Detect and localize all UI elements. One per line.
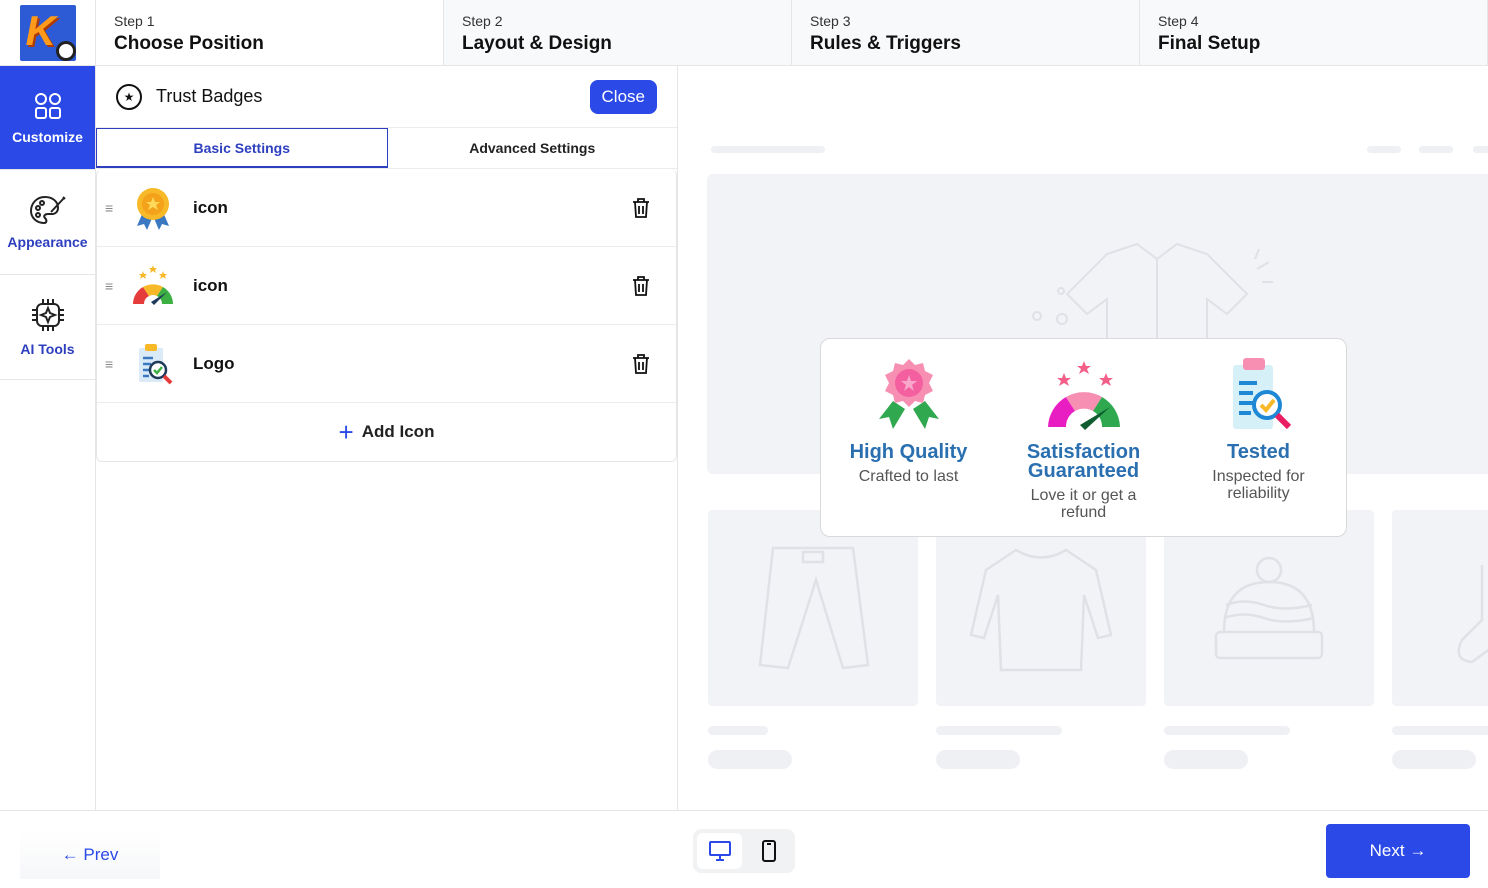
add-icon-label: Add Icon: [361, 422, 435, 441]
trash-icon[interactable]: [630, 197, 652, 219]
placeholder-bar: [708, 726, 768, 735]
sidebar-item-appearance[interactable]: Appearance: [0, 170, 95, 275]
badge-title: High Quality: [849, 441, 968, 463]
medal-icon: [129, 184, 177, 232]
add-icon-button[interactable]: + Add Icon: [97, 403, 676, 461]
chip-icon: [31, 299, 64, 331]
panel-header: ★ Trust Badges Close: [96, 66, 677, 128]
badge-high-quality: High Quality Crafted to last: [821, 351, 996, 536]
icon-list: ≡ icon ≡ icon ≡ Logo + Add Icon: [96, 169, 677, 462]
step-title: Layout & Design: [462, 33, 612, 54]
gauge-icon: [1044, 351, 1124, 439]
desktop-icon: [708, 841, 731, 861]
sweater-outline-icon: [969, 548, 1113, 672]
trash-icon[interactable]: [630, 353, 652, 375]
shirt-outline-icon: [1032, 242, 1273, 344]
clipboard-search-icon: [129, 340, 177, 388]
product-card: [708, 510, 918, 706]
placeholder-bar: [1367, 146, 1401, 153]
mobile-view-button[interactable]: [746, 833, 791, 869]
sidebar-item-customize[interactable]: Customize: [0, 66, 95, 170]
placeholder-bar: [708, 750, 792, 769]
list-item[interactable]: ≡ icon: [97, 247, 676, 325]
settings-panel: ★ Trust Badges Close Basic Settings Adva…: [96, 66, 678, 810]
close-button[interactable]: Close: [589, 79, 657, 114]
badge-tested: Tested Inspected for reliability: [1171, 351, 1346, 536]
grid-icon: [34, 92, 61, 119]
step-1[interactable]: Step 1 Choose Position: [96, 0, 444, 65]
tab-advanced-settings[interactable]: Advanced Settings: [388, 128, 678, 168]
badge-subtitle: Crafted to last: [858, 468, 959, 485]
badge-subtitle: Love it or get a refund: [1030, 487, 1137, 521]
badge-subtitle: Inspected for reliability: [1212, 468, 1305, 502]
step-2[interactable]: Step 2 Layout & Design: [444, 0, 792, 65]
placeholder-bar: [936, 726, 1062, 735]
panel-title: Trust Badges: [156, 86, 263, 106]
tab-basic-settings[interactable]: Basic Settings: [96, 128, 388, 168]
trust-badge-icon: ★: [116, 83, 142, 110]
placeholder-bar: [1164, 726, 1290, 735]
step-number: Step 4: [1158, 13, 1199, 29]
sidebar-item-ai-tools[interactable]: AI Tools: [0, 275, 95, 380]
sidebar: Customize Appearance AI Tools: [0, 66, 96, 810]
gauge-icon: [129, 262, 177, 310]
drag-handle-icon[interactable]: ≡: [105, 201, 117, 215]
sock-outline-icon: [1457, 565, 1488, 664]
step-navigation: Step 1 Choose Position Step 2 Layout & D…: [96, 0, 1488, 66]
drag-handle-icon[interactable]: ≡: [105, 279, 117, 293]
gear-icon: [55, 40, 76, 61]
drag-handle-icon[interactable]: ≡: [105, 357, 117, 371]
list-item-label: icon: [193, 197, 228, 217]
sidebar-item-label: Customize: [12, 128, 83, 145]
prev-button[interactable]: ← Prev: [20, 831, 160, 879]
list-item-label: icon: [193, 275, 228, 295]
medal-icon: [873, 351, 945, 439]
clipboard-search-icon: [1223, 351, 1295, 439]
badge-satisfaction: Satisfaction Guaranteed Love it or get a…: [996, 351, 1171, 536]
live-preview: High Quality Crafted to last Satisfactio…: [679, 66, 1488, 810]
app-logo[interactable]: K: [0, 0, 96, 66]
step-title: Rules & Triggers: [810, 33, 961, 54]
placeholder-bar: [1392, 750, 1476, 769]
step-number: Step 2: [462, 13, 503, 29]
product-card: [1164, 510, 1374, 706]
footer-bar: ← Prev Next →: [0, 810, 1488, 888]
settings-tabs: Basic Settings Advanced Settings: [96, 128, 677, 169]
desktop-view-button[interactable]: [697, 833, 742, 869]
plus-icon: +: [338, 416, 354, 447]
step-3[interactable]: Step 3 Rules & Triggers: [792, 0, 1140, 65]
product-card: [936, 510, 1146, 706]
step-number: Step 1: [114, 13, 155, 29]
placeholder-bar: [936, 750, 1020, 769]
sidebar-item-label: AI Tools: [20, 341, 75, 357]
badge-title: Tested: [1227, 441, 1290, 463]
next-button[interactable]: Next →: [1326, 824, 1470, 878]
logo-letter: K: [25, 6, 56, 54]
placeholder-bar: [1473, 146, 1488, 153]
placeholder-bar: [711, 146, 825, 153]
placeholder-bar: [1164, 750, 1248, 769]
trust-badges-widget: High Quality Crafted to last Satisfactio…: [820, 338, 1347, 537]
mobile-icon: [761, 840, 776, 862]
step-title: Final Setup: [1158, 33, 1261, 54]
badge-title: Satisfaction Guaranteed: [1026, 441, 1141, 482]
palette-icon: [29, 195, 66, 225]
step-title: Choose Position: [114, 33, 264, 54]
step-4[interactable]: Step 4 Final Setup: [1140, 0, 1488, 65]
placeholder-bar: [1392, 726, 1488, 735]
trash-icon[interactable]: [630, 275, 652, 297]
step-number: Step 3: [810, 13, 851, 29]
pants-outline-icon: [758, 546, 870, 670]
list-item[interactable]: ≡ Logo: [97, 325, 676, 403]
device-toggle: [693, 829, 795, 873]
list-item-label: Logo: [193, 353, 235, 373]
list-item[interactable]: ≡ icon: [97, 169, 676, 247]
sidebar-item-label: Appearance: [7, 234, 88, 250]
app-root: K Step 1 Choose Position Step 2 Layout &…: [0, 0, 1488, 888]
placeholder-bar: [1419, 146, 1453, 153]
logo-mark: K: [19, 4, 76, 61]
beanie-outline-icon: [1214, 556, 1324, 660]
product-card: [1392, 510, 1488, 706]
